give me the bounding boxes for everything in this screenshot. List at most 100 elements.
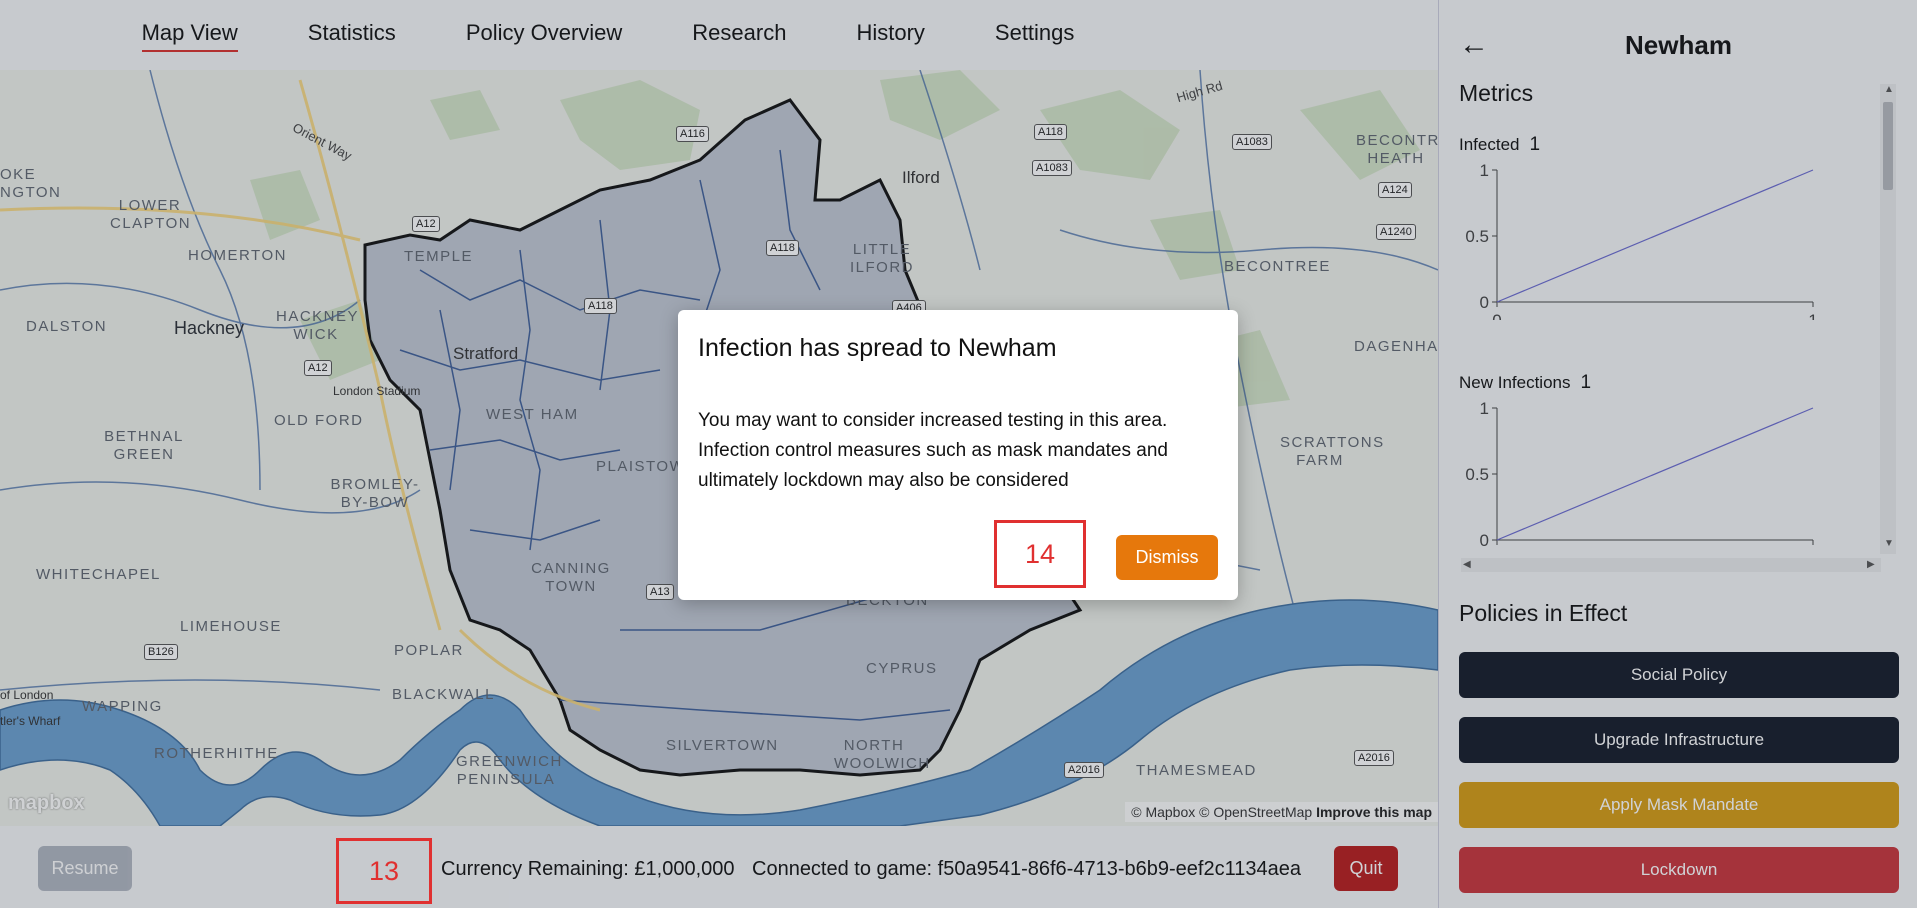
- road-shield: A116: [676, 126, 709, 142]
- place-label: BECONTREE HEATH: [1356, 132, 1438, 167]
- road-shield: A13: [646, 584, 674, 600]
- place-label: NORTH WOOLWICH: [834, 737, 931, 772]
- place-label: OLD FORD: [274, 412, 364, 429]
- y-tick-label: 0: [1480, 293, 1489, 312]
- tab-history[interactable]: History: [856, 20, 924, 50]
- connected-game-id: Connected to game: f50a9541-86f6-4713-b6…: [752, 858, 1301, 880]
- place-label: CYPRUS: [866, 660, 938, 677]
- place-label: Stratford: [453, 344, 519, 363]
- annotation-13: 13: [336, 838, 432, 904]
- road-shield: A1083: [1032, 160, 1072, 176]
- place-label: of London: [0, 688, 54, 702]
- policies-heading: Policies in Effect: [1459, 600, 1628, 626]
- infection-alert-modal: Infection has spread to Newham You may w…: [678, 310, 1238, 600]
- place-label: WAPPING: [82, 698, 163, 715]
- metrics-scroll-area[interactable]: Metrics Infected 1 0 0.5 1 0 1 New Infections…: [1439, 70, 1917, 580]
- place-label: POPLAR: [394, 642, 464, 659]
- resume-button[interactable]: Resume: [38, 846, 132, 891]
- attribution-text: © Mapbox © OpenStreetMap: [1131, 804, 1313, 820]
- infected-label-text: Infected: [1459, 135, 1520, 154]
- place-label: tler's Wharf: [0, 714, 61, 728]
- tab-statistics[interactable]: Statistics: [308, 20, 396, 50]
- place-label: DAGENHAM: [1354, 338, 1438, 355]
- place-label: London Stadium: [333, 384, 421, 398]
- x-tick-label: 1: [1808, 311, 1817, 320]
- tab-policy-overview[interactable]: Policy Overview: [466, 20, 622, 50]
- place-label: OKE: [0, 166, 37, 183]
- modal-body: You may want to consider increased testi…: [698, 410, 1168, 491]
- road-shield: A118: [1034, 124, 1067, 140]
- place-label: LIMEHOUSE: [180, 618, 282, 635]
- place-label: ROTHERHITHE: [154, 745, 279, 762]
- place-label: GREENWICH PENINSULA: [456, 753, 563, 788]
- road-shield: A12: [412, 216, 440, 232]
- road-shield: A118: [766, 240, 799, 256]
- scroll-right-icon[interactable]: ▶: [1867, 559, 1875, 570]
- y-tick-label: 1: [1480, 399, 1489, 418]
- road-shield: A118: [584, 298, 617, 314]
- place-label: HOMERTON: [188, 247, 287, 264]
- improve-map-link[interactable]: Improve this map: [1316, 804, 1432, 820]
- road-shield: A2016: [1354, 750, 1394, 766]
- lockdown-button[interactable]: Lockdown: [1459, 847, 1899, 893]
- place-label: PLAISTOW: [596, 458, 686, 475]
- series-line: [1496, 169, 1814, 303]
- top-navigation: Map View Statistics Policy Overview Rese…: [0, 0, 1438, 70]
- place-label: THAMESMEAD: [1136, 762, 1257, 779]
- y-tick-label: 1: [1480, 161, 1489, 180]
- place-label: CANNING TOWN: [531, 560, 611, 595]
- road-shield: A12: [304, 360, 332, 376]
- road-shield: A124: [1378, 182, 1412, 198]
- tab-settings[interactable]: Settings: [995, 20, 1075, 50]
- place-label: BECONTREE: [1224, 258, 1331, 275]
- place-label: BETHNAL GREEN: [104, 428, 184, 463]
- place-label: SCRATTONS FARM: [1280, 434, 1385, 469]
- road-shield: B126: [144, 644, 178, 660]
- new-infections-label: New Infections 1: [1459, 372, 1591, 394]
- infected-value: 1: [1529, 134, 1541, 155]
- tab-research[interactable]: Research: [692, 20, 786, 50]
- annotation-14: 14: [994, 520, 1086, 588]
- new-infections-chart: 00.5101: [1465, 399, 1814, 548]
- region-title: Newham: [1625, 30, 1732, 60]
- place-label: Hackney: [174, 318, 245, 338]
- y-tick-label: 0: [1480, 531, 1489, 548]
- scrollbar-thumb[interactable]: [1883, 102, 1893, 190]
- scroll-up-icon[interactable]: ▲: [1884, 84, 1894, 95]
- mapbox-logo: mapbox: [8, 792, 85, 814]
- place-label: BLACKWALL: [392, 686, 495, 703]
- metrics-horizontal-scrollbar[interactable]: ◀ ▶: [1461, 558, 1881, 572]
- place-label: Ilford: [902, 168, 940, 187]
- metrics-heading: Metrics: [1459, 80, 1534, 106]
- place-label: WEST HAM: [486, 406, 579, 423]
- social-policy-button[interactable]: Social Policy: [1459, 652, 1899, 698]
- apply-mask-mandate-button[interactable]: Apply Mask Mandate: [1459, 782, 1899, 828]
- infected-chart: 0 0.5 1 0 1: [1465, 161, 1817, 320]
- map-attribution: © Mapbox © OpenStreetMap Improve this ma…: [1125, 802, 1438, 822]
- place-label: DALSTON: [26, 318, 108, 335]
- place-label: LOWER CLAPTON: [110, 197, 192, 232]
- upgrade-infrastructure-button[interactable]: Upgrade Infrastructure: [1459, 717, 1899, 763]
- road-shield: A1083: [1232, 134, 1272, 150]
- scroll-left-icon[interactable]: ◀: [1463, 559, 1471, 570]
- y-tick-label: 0.5: [1465, 465, 1489, 484]
- region-side-panel: ← Newham Metrics Infected1 00.5101 New I…: [1438, 0, 1917, 908]
- metrics-vertical-scrollbar[interactable]: ▲ ▼: [1880, 84, 1896, 554]
- road-shield: A1240: [1376, 224, 1416, 240]
- place-label: SILVERTOWN: [666, 737, 779, 754]
- place-label: NGTON: [0, 184, 62, 201]
- scroll-down-icon[interactable]: ▼: [1884, 538, 1894, 549]
- bottom-bar: Resume Currency Remaining: £1,000,000 Co…: [0, 826, 1438, 908]
- road-shield: A2016: [1064, 762, 1104, 778]
- new-infections-value: 1: [1580, 372, 1592, 393]
- y-tick-label: 0.5: [1465, 227, 1489, 246]
- quit-button[interactable]: Quit: [1334, 846, 1398, 891]
- place-label: TEMPLE: [404, 248, 474, 265]
- series-line: [1496, 407, 1814, 541]
- x-tick-label: 0: [1492, 311, 1501, 320]
- place-label: BROMLEY-BY-BOW: [330, 476, 420, 511]
- tab-map-view[interactable]: Map View: [141, 20, 238, 52]
- modal-title: Infection has spread to Newham: [698, 334, 1057, 362]
- infected-label: Infected 1: [1459, 134, 1540, 156]
- dismiss-button[interactable]: Dismiss: [1116, 535, 1218, 580]
